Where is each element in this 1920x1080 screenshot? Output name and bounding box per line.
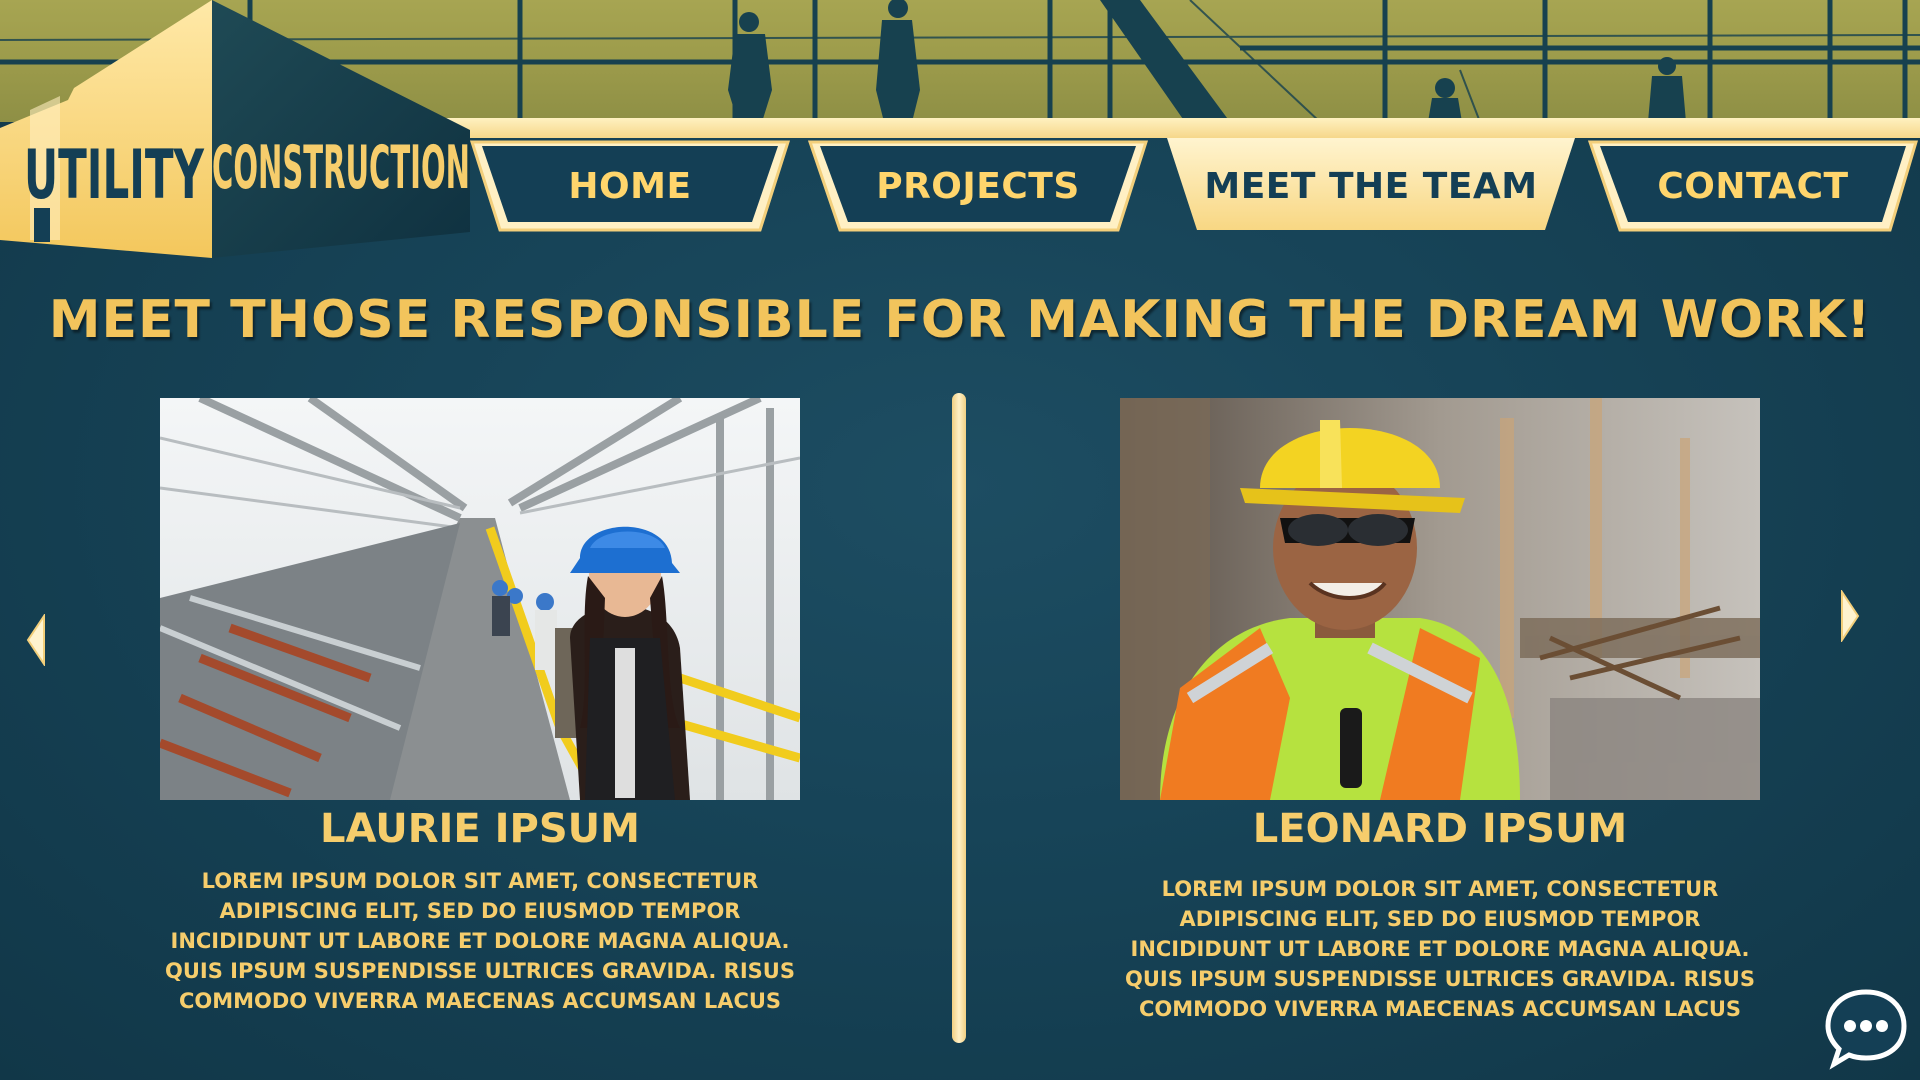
- tab-home-label: HOME: [568, 165, 692, 207]
- logo-word-utility: UTILITY: [24, 136, 204, 215]
- previous-arrow-button[interactable]: [24, 612, 48, 670]
- member-bio-leonard: LOREM IPSUM DOLOR SIT AMET, CONSECTETUR …: [1125, 877, 1755, 1021]
- tab-projects[interactable]: PROJECTS: [808, 138, 1148, 234]
- page-headline: MEET THOSE RESPONSIBLE FOR MAKING THE DR…: [48, 290, 1872, 350]
- company-logo[interactable]: UTILITY CONSTRUCTION: [0, 0, 480, 262]
- member-name-laurie: LAURIE IPSUM: [320, 806, 640, 852]
- tab-contact[interactable]: CONTACT: [1588, 138, 1918, 234]
- building-logo-icon: UTILITY CONSTRUCTION: [0, 0, 470, 258]
- chat-bubble-icon: [1825, 989, 1907, 1070]
- chat-button[interactable]: [1824, 986, 1908, 1074]
- logo-word-construction: CONSTRUCTION: [212, 133, 470, 203]
- tab-meet-the-team-label: MEET THE TEAM: [1204, 165, 1538, 207]
- tab-meet-the-team[interactable]: MEET THE TEAM: [1165, 138, 1577, 234]
- card-divider: [952, 393, 966, 1043]
- team-photo-laurie: [160, 398, 800, 800]
- nav-strip: [380, 118, 1920, 138]
- chevron-left-icon: [26, 612, 45, 668]
- tab-home[interactable]: HOME: [470, 138, 790, 234]
- man-hardhat-photo-icon: [1120, 398, 1760, 800]
- next-arrow-button[interactable]: [1838, 588, 1862, 646]
- member-bio-laurie: LOREM IPSUM DOLOR SIT AMET, CONSECTETUR …: [165, 869, 795, 1013]
- chevron-right-icon: [1841, 588, 1860, 644]
- team-photo-leonard: [1120, 398, 1760, 800]
- tab-contact-label: CONTACT: [1657, 165, 1849, 207]
- tab-projects-label: PROJECTS: [876, 165, 1080, 207]
- woman-hardhat-photo-icon: [160, 398, 800, 800]
- member-name-leonard: LEONARD IPSUM: [1252, 806, 1628, 852]
